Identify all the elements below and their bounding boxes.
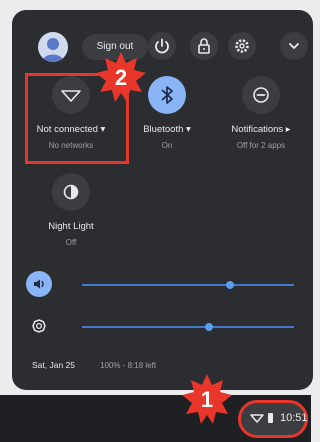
chevron-down-icon [289,43,299,49]
brightness-slider-thumb[interactable] [205,323,214,331]
wifi-off-icon [250,413,273,423]
volume-slider-thumb[interactable] [226,281,235,289]
brightness-slider[interactable] [82,326,294,328]
date-label[interactable]: Sat, Jan 25 [32,360,75,370]
annotation-badge-1: 1 [180,372,234,431]
night-light-status: Off [65,238,77,247]
lock-button[interactable] [190,32,218,60]
notifications-status: Off for 2 apps [236,141,286,150]
power-button[interactable] [148,32,176,60]
user-icon [42,38,64,62]
night-light-label[interactable]: Night Light [24,221,118,232]
battery-status[interactable]: 100% - 8:18 left [100,361,156,370]
gear-icon [235,39,249,53]
notifications-toggle[interactable] [242,76,280,114]
night-light-toggle[interactable] [52,173,90,211]
lock-icon [198,38,210,54]
volume-button[interactable] [26,271,52,297]
notifications-label[interactable]: Notifications ▸ [218,124,304,135]
brightness-icon [32,319,46,333]
battery-icon [268,413,273,423]
bluetooth-label[interactable]: Bluetooth ▾ [122,124,212,135]
collapse-button[interactable] [280,32,308,60]
status-tray[interactable]: 10:51 [238,400,308,438]
bluetooth-status: On [161,141,173,150]
annotation-badge-2: 2 [94,50,148,109]
volume-icon [34,279,44,289]
tray-time: 10:51 [280,412,308,424]
bluetooth-icon [161,86,173,104]
starburst-icon: 1 [182,374,232,424]
power-icon [155,38,169,54]
badge-2-number: 2 [115,65,127,90]
badge-1-number: 1 [201,387,213,412]
bluetooth-toggle[interactable] [148,76,186,114]
night-light-icon [63,184,79,200]
avatar[interactable] [38,32,68,62]
starburst-icon: 2 [96,52,146,102]
brightness-button[interactable] [26,313,52,339]
settings-button[interactable] [228,32,256,60]
do-not-disturb-icon [253,87,269,103]
volume-slider[interactable] [82,284,294,286]
quick-settings-panel: Sign out Not connected ▾ No networks Blu… [12,10,313,390]
